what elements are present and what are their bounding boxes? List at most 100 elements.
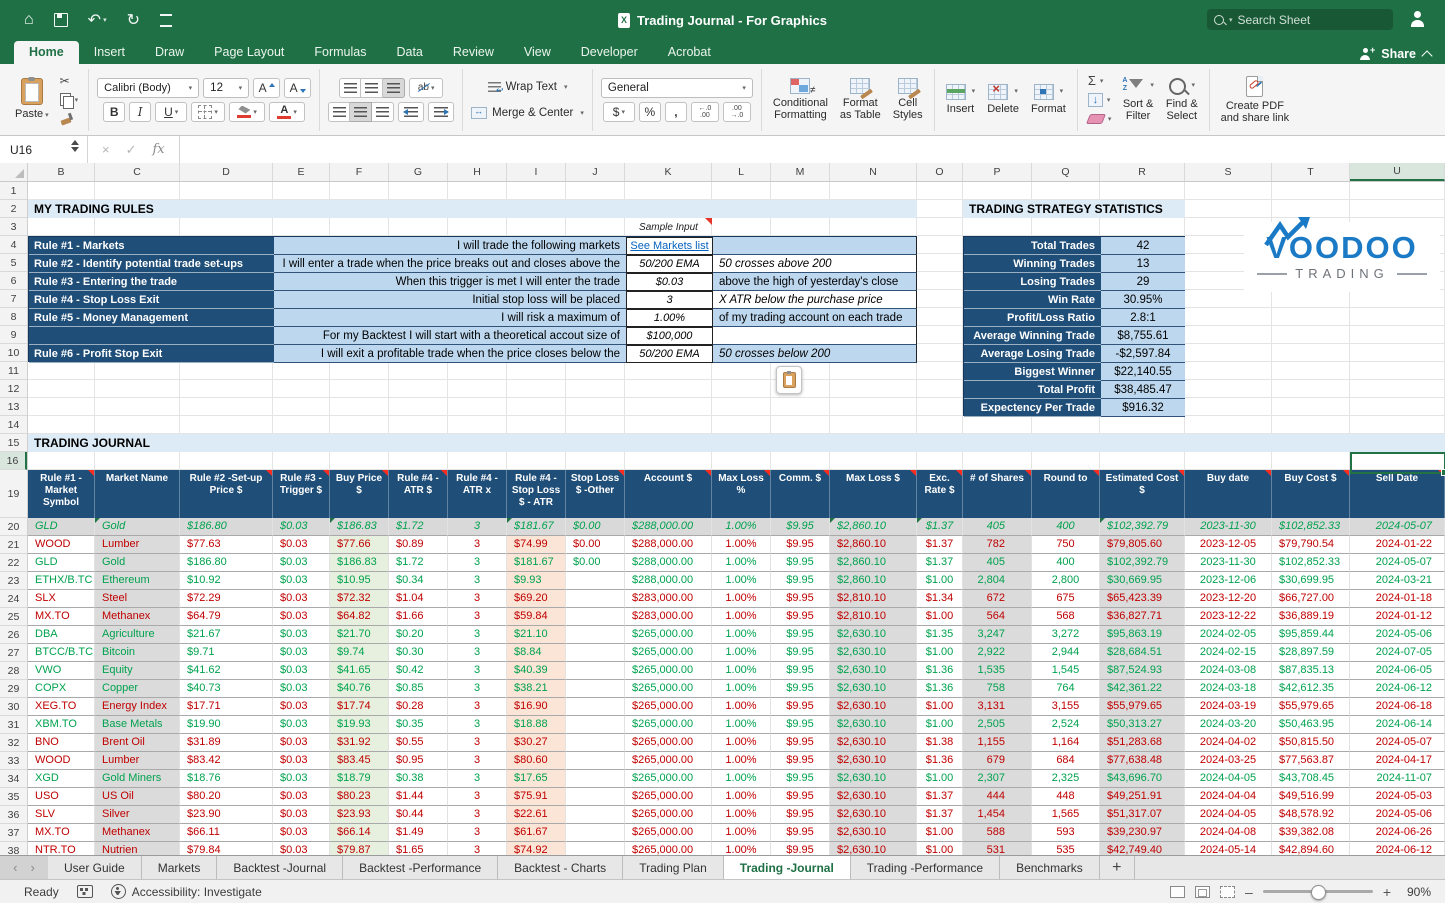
sheet-tab-trading-journal[interactable]: Trading -Journal: [724, 856, 851, 879]
journal-cell[interactable]: $79,790.54: [1272, 536, 1350, 554]
journal-cell[interactable]: $77.63: [180, 536, 273, 554]
journal-cell[interactable]: 1,545: [1032, 662, 1100, 680]
journal-cell[interactable]: 2024-04-04: [1185, 788, 1272, 806]
journal-cell[interactable]: Methanex: [95, 608, 180, 626]
currency-format-button[interactable]: $▾: [603, 102, 635, 122]
italic-button[interactable]: I: [129, 102, 151, 122]
journal-cell[interactable]: $2,810.10: [830, 590, 917, 608]
ribbon-tab-developer[interactable]: Developer: [566, 41, 653, 64]
underline-button[interactable]: U▾: [155, 102, 187, 122]
journal-cell[interactable]: $18.76: [180, 770, 273, 788]
align-right-button[interactable]: [372, 102, 394, 122]
journal-cell[interactable]: 2024-04-05: [1185, 806, 1272, 824]
row-number-12[interactable]: 12: [0, 380, 27, 398]
journal-cell[interactable]: $77.66: [330, 536, 389, 554]
journal-cell[interactable]: 2024-05-07: [1350, 554, 1445, 572]
journal-cell[interactable]: Methanex: [95, 824, 180, 842]
name-box-stepper[interactable]: [71, 140, 79, 152]
row-number-37[interactable]: 37: [0, 824, 27, 842]
journal-cell[interactable]: 2024-05-03: [1350, 788, 1445, 806]
journal-cell[interactable]: 1.00%: [712, 554, 771, 572]
journal-cell[interactable]: $9.95: [771, 626, 830, 644]
journal-cell[interactable]: 2,800: [1032, 572, 1100, 590]
journal-cell[interactable]: 1.00%: [712, 842, 771, 855]
journal-cell[interactable]: $16.90: [507, 698, 566, 716]
journal-cell[interactable]: $36,889.19: [1272, 608, 1350, 626]
journal-cell[interactable]: $9.95: [771, 644, 830, 662]
journal-cell[interactable]: $1.44: [389, 788, 448, 806]
row-number-38[interactable]: 38: [0, 842, 27, 855]
journal-cell[interactable]: XEG.TO: [28, 698, 95, 716]
journal-cell[interactable]: [566, 680, 625, 698]
journal-cell[interactable]: $9.95: [771, 824, 830, 842]
find-select-button[interactable]: ▾ Find & Select: [1163, 76, 1201, 124]
journal-cell[interactable]: 672: [963, 590, 1032, 608]
column-header-C[interactable]: C: [95, 163, 180, 181]
journal-cell[interactable]: 2,505: [963, 716, 1032, 734]
share-button[interactable]: Share: [1381, 47, 1416, 61]
journal-cell[interactable]: $9.95: [771, 698, 830, 716]
journal-cell[interactable]: $23.93: [330, 806, 389, 824]
journal-cell[interactable]: 679: [963, 752, 1032, 770]
journal-cell[interactable]: 3: [448, 842, 507, 855]
journal-cell[interactable]: $1.00: [917, 608, 963, 626]
journal-cell[interactable]: 2024-04-02: [1185, 734, 1272, 752]
align-middle-button[interactable]: [361, 78, 383, 98]
format-as-table-button[interactable]: Format as Table: [837, 76, 884, 123]
journal-cell[interactable]: $40.76: [330, 680, 389, 698]
row-number-1[interactable]: 1: [0, 182, 27, 200]
journal-cell[interactable]: Equity: [95, 662, 180, 680]
journal-cell[interactable]: 2023-12-22: [1185, 608, 1272, 626]
journal-cell[interactable]: $21.70: [330, 626, 389, 644]
journal-cell[interactable]: GLD: [28, 518, 95, 536]
row-number-31[interactable]: 31: [0, 716, 27, 734]
row-number-24[interactable]: 24: [0, 590, 27, 608]
journal-cell[interactable]: $9.95: [771, 518, 830, 536]
journal-cell[interactable]: $0.03: [273, 770, 330, 788]
journal-cell[interactable]: Nutrien: [95, 842, 180, 855]
column-header-H[interactable]: H: [448, 163, 507, 181]
journal-cell[interactable]: MX.TO: [28, 608, 95, 626]
journal-cell[interactable]: $2,860.10: [830, 536, 917, 554]
page-break-view-icon[interactable]: [1220, 886, 1235, 898]
journal-cell[interactable]: $1.00: [917, 824, 963, 842]
journal-cell[interactable]: Bitcoin: [95, 644, 180, 662]
journal-cell[interactable]: $0.28: [389, 698, 448, 716]
journal-cell[interactable]: 2024-06-26: [1350, 824, 1445, 842]
journal-cell[interactable]: 1,565: [1032, 806, 1100, 824]
journal-cell[interactable]: 564: [963, 608, 1032, 626]
journal-cell[interactable]: $23.90: [180, 806, 273, 824]
journal-cell[interactable]: $83.45: [330, 752, 389, 770]
journal-cell[interactable]: $0.03: [273, 644, 330, 662]
journal-cell[interactable]: [566, 824, 625, 842]
column-header-D[interactable]: D: [180, 163, 273, 181]
journal-cell[interactable]: $39,230.97: [1100, 824, 1185, 842]
journal-cell[interactable]: $50,313.27: [1100, 716, 1185, 734]
journal-cell[interactable]: 2024-03-25: [1185, 752, 1272, 770]
journal-cell[interactable]: $0.03: [273, 734, 330, 752]
journal-cell[interactable]: $2,630.10: [830, 716, 917, 734]
journal-cell[interactable]: $30,669.95: [1100, 572, 1185, 590]
journal-cell[interactable]: $9.74: [330, 644, 389, 662]
journal-cell[interactable]: $9.95: [771, 770, 830, 788]
journal-cell[interactable]: $21.10: [507, 626, 566, 644]
account-person-icon[interactable]: [1411, 11, 1427, 27]
journal-cell[interactable]: US Oil: [95, 788, 180, 806]
journal-cell[interactable]: 1.00%: [712, 680, 771, 698]
row-number-33[interactable]: 33: [0, 752, 27, 770]
journal-cell[interactable]: 3: [448, 626, 507, 644]
journal-cell[interactable]: $0.03: [273, 554, 330, 572]
journal-cell[interactable]: 2,804: [963, 572, 1032, 590]
journal-cell[interactable]: 2024-06-14: [1350, 716, 1445, 734]
journal-cell[interactable]: $9.95: [771, 662, 830, 680]
journal-cell[interactable]: 3,131: [963, 698, 1032, 716]
journal-cell[interactable]: $0.03: [273, 716, 330, 734]
row-number-6[interactable]: 6: [0, 272, 27, 290]
insert-cells-button[interactable]: ▾ Insert: [943, 82, 979, 117]
formula-input[interactable]: [180, 136, 1445, 163]
journal-cell[interactable]: 2024-03-20: [1185, 716, 1272, 734]
journal-cell[interactable]: 3: [448, 662, 507, 680]
format-cells-button[interactable]: ▾ Format: [1028, 82, 1069, 117]
bold-button[interactable]: B: [103, 102, 125, 122]
journal-cell[interactable]: $10.92: [180, 572, 273, 590]
